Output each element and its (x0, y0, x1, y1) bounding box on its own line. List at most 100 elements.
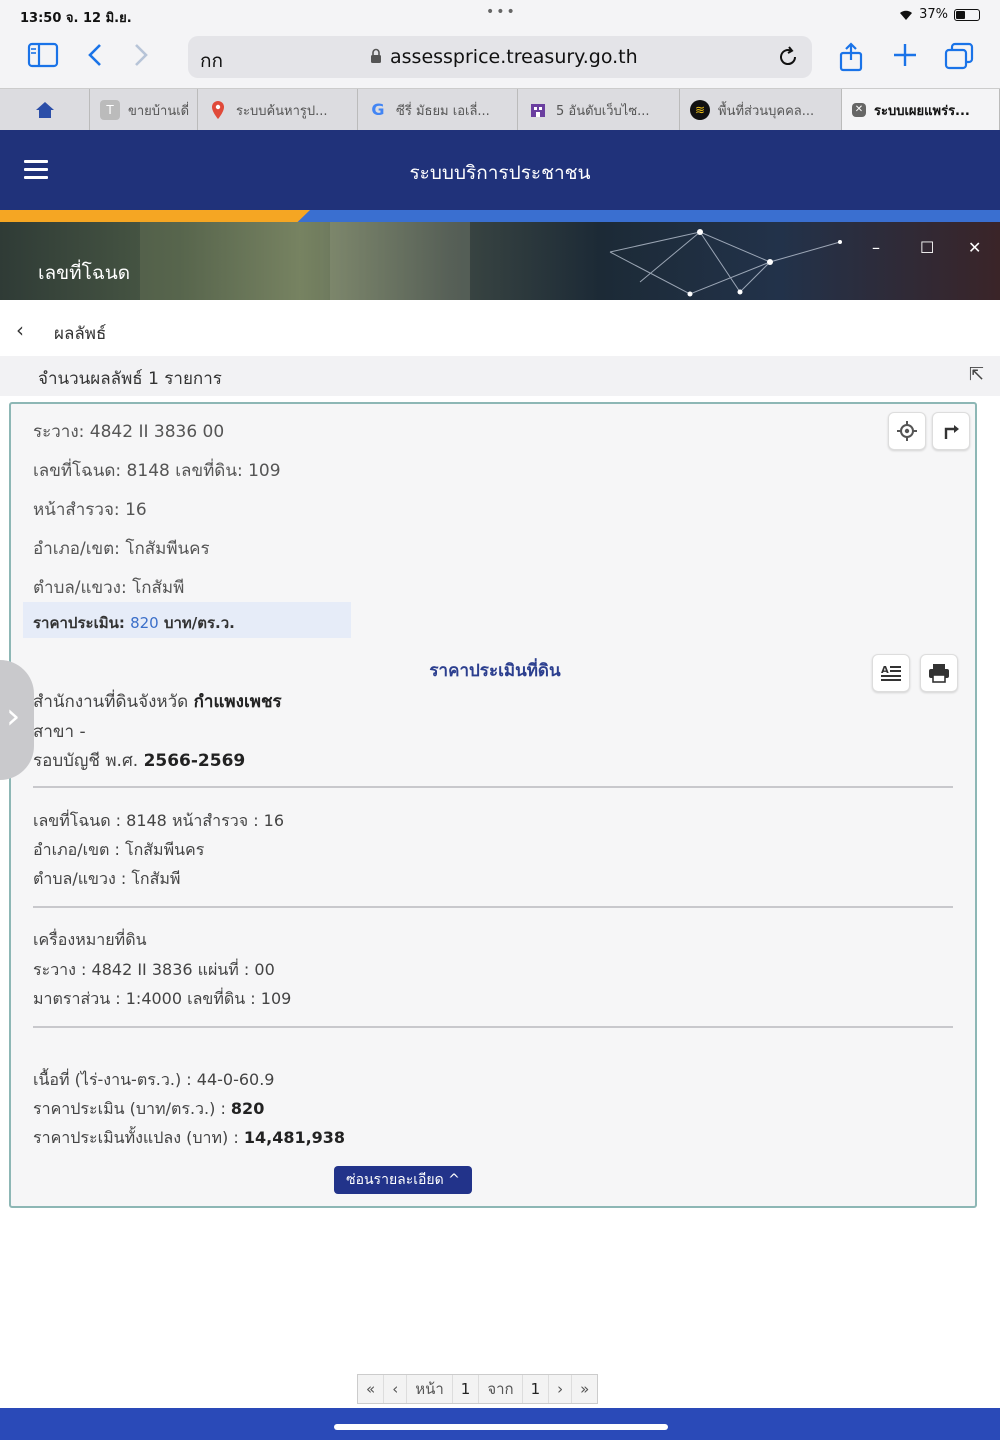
address-bar[interactable]: กก assessprice.treasury.go.th (188, 36, 812, 78)
minimize-icon[interactable]: – (872, 238, 880, 257)
print-button[interactable] (920, 654, 958, 692)
marker-title: เครื่องหมายที่ดิน (33, 930, 147, 949)
price-per-line: ราคาประเมิน (บาท/ตร.ว.) : 820 (33, 1097, 264, 1122)
prev-page-button[interactable]: ‹ (384, 1375, 408, 1403)
share-result-icon[interactable]: ⇱ (969, 364, 984, 385)
detail-title: ราคาประเมินที่ดิน (429, 661, 561, 681)
tab-label: ขายบ้านเดี่ (128, 103, 190, 119)
print-icon (929, 664, 949, 683)
sidebar-icon[interactable] (26, 42, 60, 72)
side-panel-toggle[interactable]: › (0, 660, 34, 780)
generic-page-icon: T (100, 100, 120, 120)
tab-label: ซีรี่ มัธยม เอเลี่... (396, 103, 490, 119)
chevron-right-icon: › (6, 696, 21, 737)
tab-item[interactable]: G ซีรี่ มัธยม เอเลี่... (358, 89, 518, 131)
new-tab-icon[interactable] (888, 42, 922, 72)
building-icon (528, 100, 548, 120)
tab-item[interactable]: 5 อันดับเว็บไซ... (518, 89, 680, 131)
wifi-icon (900, 10, 913, 20)
turn-right-icon (944, 425, 959, 439)
page-input[interactable]: 1 (453, 1375, 480, 1403)
tab-label: 5 อันดับเว็บไซ... (556, 103, 650, 119)
page-label: หน้า (407, 1375, 453, 1403)
app-title: ระบบบริการประชาชน (409, 162, 591, 184)
subdistrict-line: ตำบล/แขวง : โกสัมพี (33, 869, 181, 888)
next-page-button[interactable]: › (549, 1375, 573, 1403)
back-nav-icon[interactable] (78, 42, 112, 72)
close-icon[interactable]: ✕ (852, 103, 866, 117)
pagination: « ‹ หน้า 1 จาก 1 › » (357, 1374, 599, 1404)
survey-field: หน้าสำรวจ: 16 (33, 500, 147, 520)
subdistrict-field: ตำบล/แขวง: โกสัมพี (33, 578, 185, 598)
of-label: จาก (479, 1375, 523, 1403)
first-page-button[interactable]: « (358, 1375, 385, 1403)
divider (33, 906, 953, 908)
result-card: ระวาง: 4842 II 3836 00 เลขที่โฉนด: 8148 … (9, 402, 977, 1208)
banner: เลขที่โฉนด – ☐ ✕ (0, 222, 1000, 300)
tab-label: ระบบค้นหารูป... (236, 103, 328, 119)
tab-label: พื้นที่ส่วนบุคคล... (718, 103, 815, 119)
svg-text:A: A (881, 665, 889, 676)
battery-percent: 37% (919, 7, 948, 22)
scale-line: มาตราส่วน : 1:4000 เลขที่ดิน : 109 (33, 989, 292, 1008)
last-page-button[interactable]: » (572, 1375, 597, 1403)
tab-item-active[interactable]: ✕ ระบบเผยแพร่ร... (842, 89, 1000, 131)
total-pages: 1 (523, 1375, 550, 1403)
directions-button[interactable] (932, 412, 970, 450)
browser-toolbar: กก assessprice.treasury.go.th (0, 30, 1000, 88)
target-icon (897, 421, 917, 441)
map-pin-icon (208, 100, 228, 120)
deed-field: เลขที่โฉนด: 8148 เลขที่ดิน: 109 (33, 461, 281, 481)
total-price-line: ราคาประเมินทั้งแปลง (บาท) : 14,481,938 (33, 1126, 345, 1151)
tab-label: ระบบเผยแพร่ร... (874, 103, 970, 119)
office-value: กำแพงเพชร (193, 692, 282, 712)
tab-item[interactable]: ≋ พื้นที่ส่วนบุคคล... (680, 89, 842, 131)
text-view-button[interactable]: A (872, 654, 910, 692)
results-label: ผลลัพธ์ (54, 324, 107, 344)
price-unit: บาท/ตร.ว. (163, 614, 235, 632)
office-line: สำนักงานที่ดินจังหวัด กำแพงเพชร (33, 688, 282, 715)
battery-icon (954, 8, 980, 21)
reload-icon[interactable] (776, 45, 800, 69)
price-value: 820 (130, 614, 159, 632)
locate-button[interactable] (888, 412, 926, 450)
header-stripe (0, 210, 1000, 222)
banner-label: เลขที่โฉนด (38, 262, 131, 284)
forward-nav-icon[interactable] (124, 42, 158, 72)
close-window-icon[interactable]: ✕ (968, 238, 981, 257)
results-header: ‹ ผลลัพธ์ (0, 300, 1000, 356)
result-count: จำนวนผลลัพธ์ 1 รายการ (38, 369, 222, 389)
rawang-line: ระวาง : 4842 II 3836 แผ่นที่ : 00 (33, 960, 275, 979)
hide-details-button[interactable]: ซ่อนรายละเอียด ^ (334, 1166, 472, 1194)
district-field: อำเภอ/เขต: โกสัมพีนคร (33, 539, 210, 559)
branch-line: สาขา - (33, 722, 86, 742)
multitask-dots[interactable]: ••• (486, 4, 517, 20)
area-line: เนื้อที่ (ไร่-งาน-ตร.ว.) : 44-0-60.9 (33, 1070, 275, 1089)
price-label: ราคาประเมิน: (33, 614, 125, 632)
tab-item[interactable]: T ขายบ้านเดี่ (90, 89, 198, 131)
deed-line: เลขที่โฉนด : 8148 หน้าสำรวจ : 16 (33, 811, 285, 830)
result-count-bar: จำนวนผลลัพธ์ 1 รายการ ⇱ (0, 356, 1000, 396)
app-header: ระบบบริการประชาชน (0, 130, 1000, 210)
price-summary: ราคาประเมิน: 820 บาท/ตร.ว. (33, 611, 235, 635)
home-icon (35, 102, 54, 118)
logo-icon: ≋ (690, 100, 710, 120)
period-prefix: รอบบัญชี พ.ศ. (33, 751, 139, 771)
price-per-prefix: ราคาประเมิน (บาท/ตร.ว.) : (33, 1099, 226, 1118)
district-line: อำเภอ/เขต : โกสัมพีนคร (33, 840, 205, 859)
text-size-button[interactable]: กก (200, 46, 223, 76)
tab-home[interactable] (0, 89, 90, 131)
share-icon[interactable] (834, 42, 868, 72)
maximize-icon[interactable]: ☐ (920, 238, 934, 257)
back-icon[interactable]: ‹ (16, 318, 24, 342)
home-indicator[interactable] (334, 1424, 668, 1430)
network-graphic (140, 222, 842, 300)
status-bar: 13:50 จ. 12 มิ.ย. ••• 37% (0, 0, 1000, 30)
tab-item[interactable]: ระบบค้นหารูป... (198, 89, 358, 131)
url-text: assessprice.treasury.go.th (390, 46, 638, 68)
status-time: 13:50 จ. 12 มิ.ย. (20, 11, 132, 26)
google-icon: G (371, 100, 385, 119)
total-value: 14,481,938 (243, 1128, 346, 1147)
tabs-overview-icon[interactable] (942, 42, 976, 72)
total-prefix: ราคาประเมินทั้งแปลง (บาท) : (33, 1128, 239, 1147)
